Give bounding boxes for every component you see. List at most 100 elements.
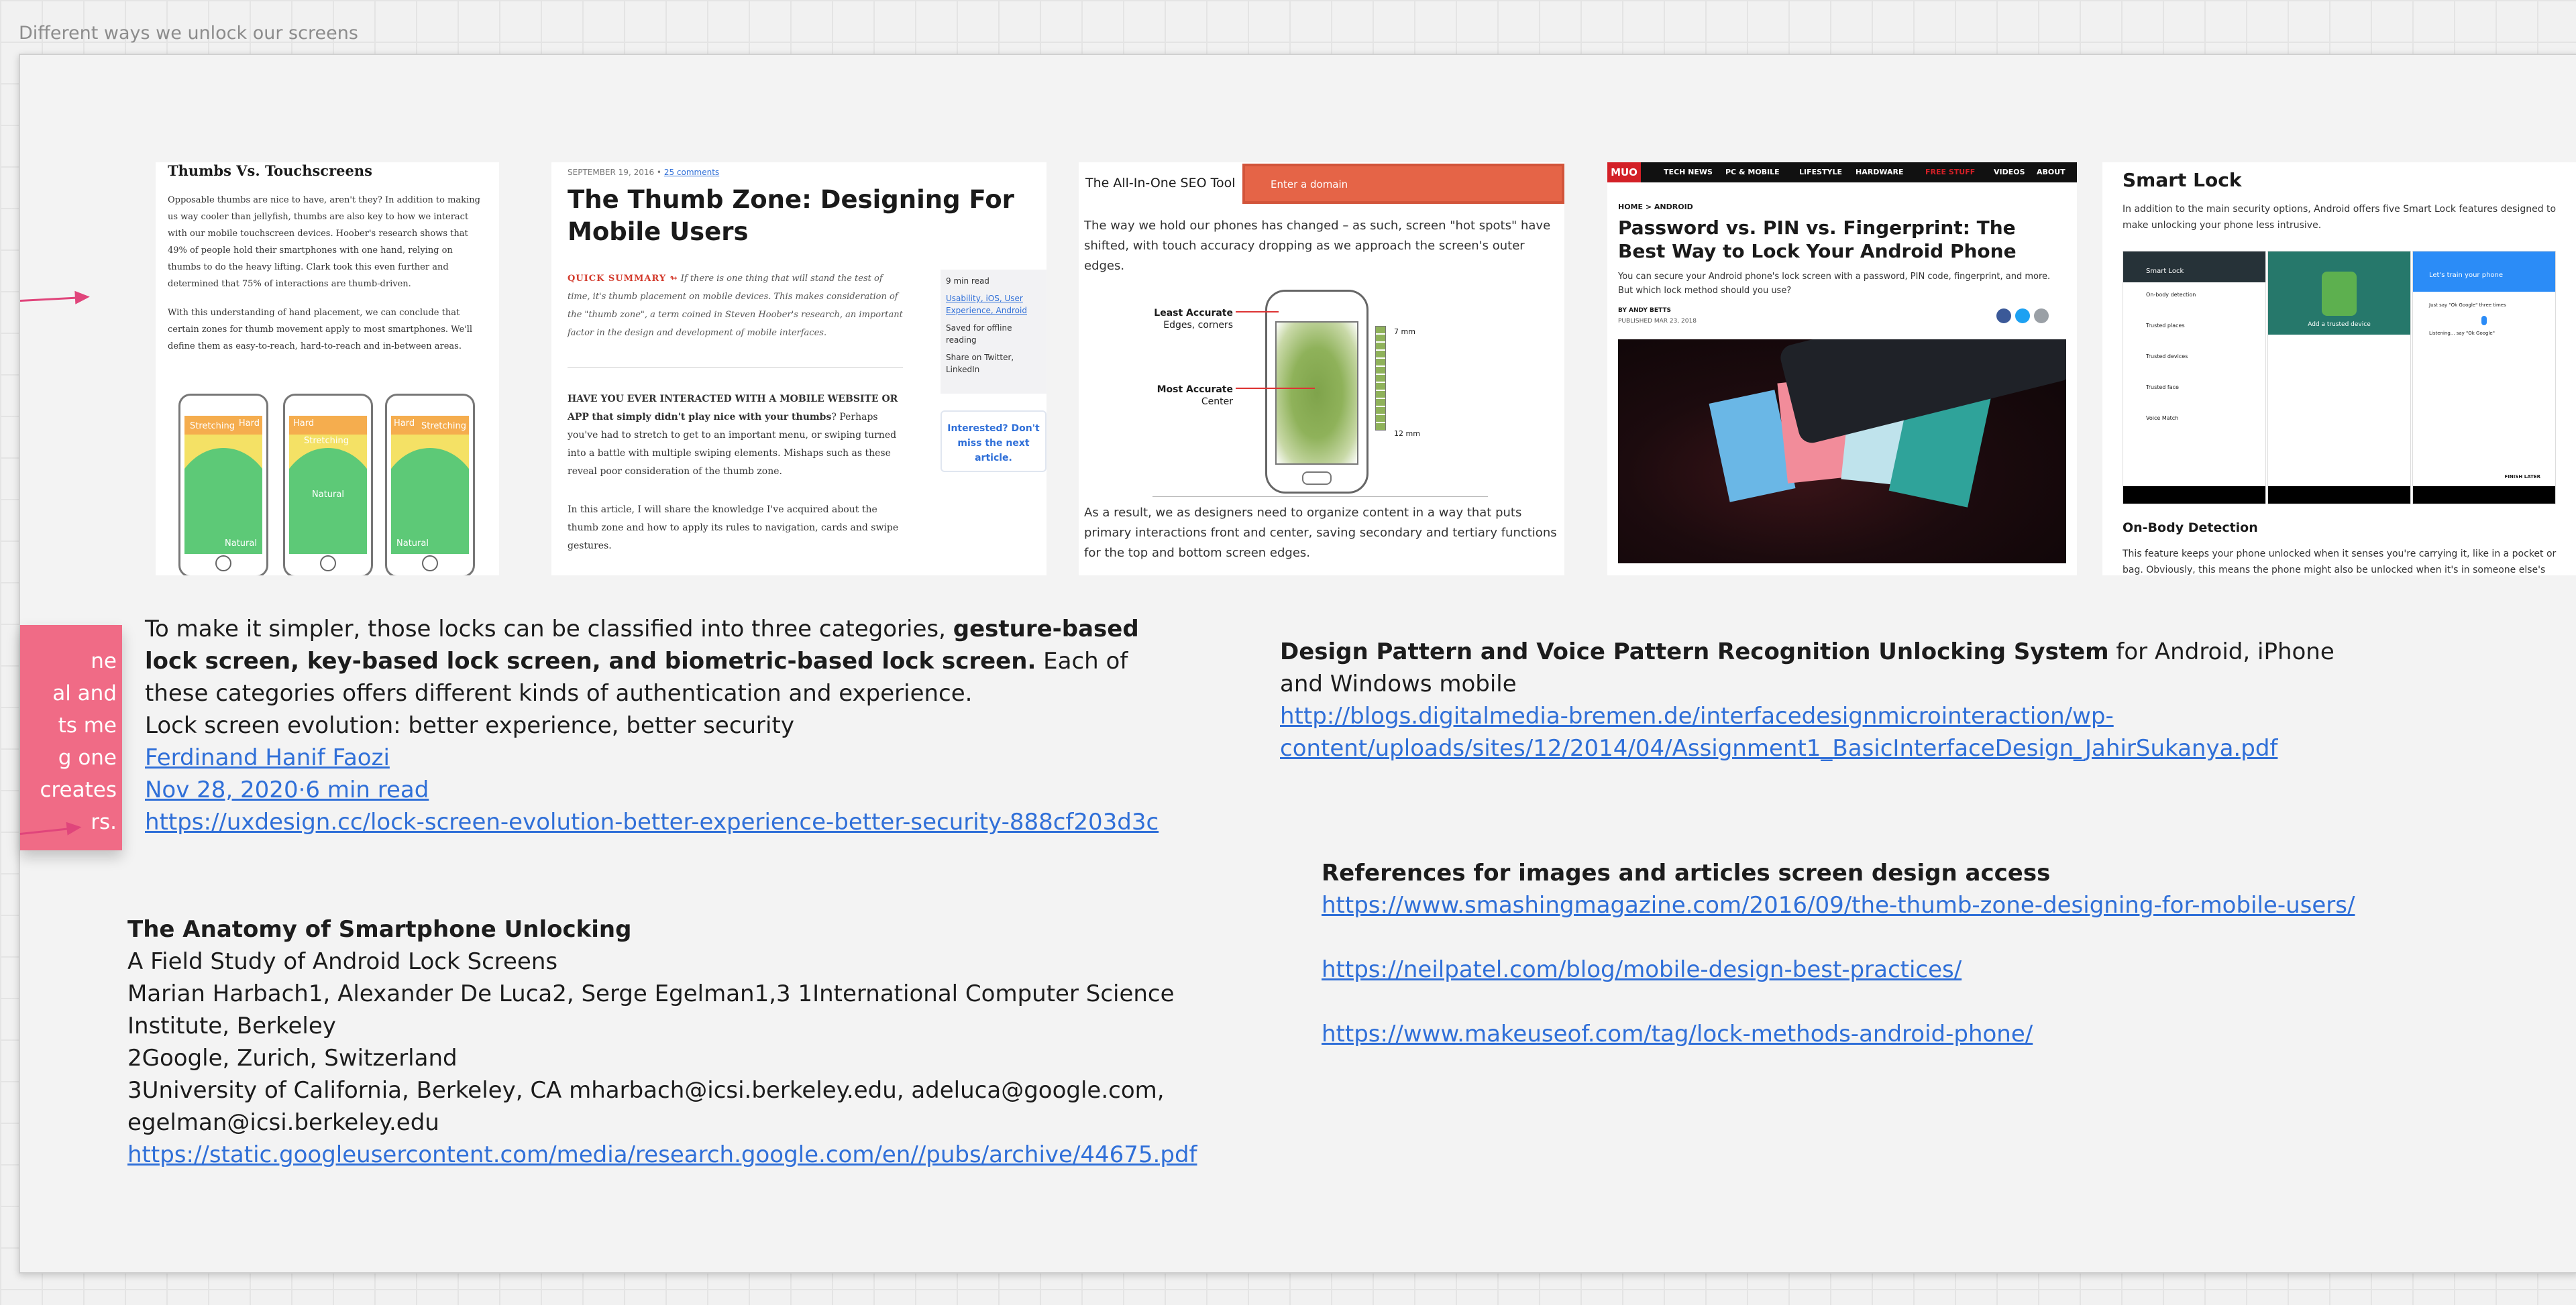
phone-illustration: Hard Stretching Natural xyxy=(385,394,475,575)
screenshot-card-thumbs[interactable]: Thumbs Vs. Touchscreens Opposable thumbs… xyxy=(156,162,499,575)
nav-item[interactable]: HARDWARE xyxy=(1856,168,1903,176)
divider xyxy=(1152,496,1488,497)
zone-label: Stretching xyxy=(190,421,235,431)
date-link[interactable]: Nov 28, 2020·6 min read xyxy=(145,774,1178,806)
paper-affiliation: 3University of California, Berkeley, CA … xyxy=(127,1077,1165,1136)
sticky-note[interactable]: ne al and ts me g one creates rs. xyxy=(20,625,122,850)
article-paragraph: HAVE YOU EVER INTERACTED WITH A MOBILE W… xyxy=(568,390,903,481)
size-scale xyxy=(1375,326,1386,431)
nav-item[interactable]: LIFESTYLE xyxy=(1799,168,1842,176)
quick-summary-label: QUICK SUMMARY ↬ xyxy=(568,274,678,284)
article-title-line: Lock screen evolution: better experience… xyxy=(145,712,794,739)
article-url[interactable]: https://uxdesign.cc/lock-screen-evolutio… xyxy=(145,806,1178,838)
domain-input-placeholder: Enter a domain xyxy=(1271,178,1348,190)
article-title: Password vs. PIN vs. Fingerprint: The Be… xyxy=(1618,217,2017,262)
domain-input[interactable]: Enter a domain xyxy=(1242,164,1564,204)
article-paragraph: In this article, I will share the knowle… xyxy=(568,504,899,551)
least-accurate-sub: Edges, corners xyxy=(1163,320,1233,331)
smart-lock-item: Trusted places xyxy=(2146,323,2185,329)
smart-lock-item: On-body detection xyxy=(2146,292,2196,298)
author-link[interactable]: Ferdinand Hanif Faozi xyxy=(145,742,1178,774)
text-block-design-pattern[interactable]: Design Pattern and Voice Pattern Recogni… xyxy=(1280,636,2380,764)
card-paragraph: Opposable thumbs are nice to have, aren'… xyxy=(168,195,480,289)
card-paragraph: With this understanding of hand placemen… xyxy=(168,308,473,351)
article-date: SEPTEMBER 19, 2016 • 25 comments xyxy=(568,168,720,177)
paper-title: The Anatomy of Smartphone Unlocking xyxy=(127,916,632,943)
nav-item[interactable]: FREE STUFF xyxy=(1925,168,1975,176)
screenshot-card-thumb-zone[interactable]: SEPTEMBER 19, 2016 • 25 comments The Thu… xyxy=(551,162,1046,575)
sticky-note-text: ne al and ts me g one creates rs. xyxy=(40,649,117,834)
article-paragraph: As a result, we as designers need to org… xyxy=(1084,506,1557,560)
doc-url-part2[interactable]: content/uploads/sites/12/2014/04/Assignm… xyxy=(1280,732,2380,764)
text-run-bold: Design Pattern and Voice Pattern Recogni… xyxy=(1280,638,2109,665)
android-screen: Smart Lock On-body detection Trusted pla… xyxy=(2123,251,2266,504)
screenshot-card-smart-lock[interactable]: Smart Lock In addition to the main secur… xyxy=(2102,162,2576,575)
section-paragraph: This feature keeps your phone unlocked w… xyxy=(2123,549,2557,575)
article-paragraph: The way we hold our phones has changed –… xyxy=(1084,219,1551,273)
screenshot-card-muo[interactable]: MUO TECH NEWS PC & MOBILE LIFESTYLE HARD… xyxy=(1607,162,2077,575)
paper-affiliation: 2Google, Zurich, Switzerland xyxy=(127,1045,458,1072)
text-run: To make it simpler, those locks can be c… xyxy=(145,616,953,642)
article-title: The Thumb Zone: Designing For Mobile Use… xyxy=(568,185,1014,246)
nav-item[interactable]: ABOUT xyxy=(2037,168,2065,176)
voice-listen: Listening... say "Ok Google" xyxy=(2429,331,2495,336)
card-heading: Thumbs Vs. Touchscreens xyxy=(168,162,372,179)
article-lead: You can secure your Android phone's lock… xyxy=(1618,272,2051,296)
accuracy-label: Most Accurate Center xyxy=(1152,384,1233,408)
doc-url-part1[interactable]: http://blogs.digitalmedia-bremen.de/inte… xyxy=(1280,700,2380,732)
mic-icon xyxy=(2481,316,2487,325)
most-accurate-sub: Center xyxy=(1201,396,1233,407)
finish-later-button[interactable]: FINISH LATER xyxy=(2505,474,2540,479)
zone-label: Stretching xyxy=(304,436,349,446)
read-time: 9 min read xyxy=(946,276,989,286)
paper-url[interactable]: https://static.googleusercontent.com/med… xyxy=(127,1139,1228,1171)
text-block-references[interactable]: References for images and articles scree… xyxy=(1322,857,2422,1050)
smart-lock-item: Trusted face xyxy=(2146,384,2179,390)
article-emphasis: that simply didn't play nice with your t… xyxy=(592,412,832,422)
site-nav: MUO TECH NEWS PC & MOBILE LIFESTYLE HARD… xyxy=(1607,162,2077,182)
offline-status: Saved for offline reading xyxy=(946,323,1012,345)
byline: BY ANDY BETTS xyxy=(1618,307,1671,314)
voice-title: Let's train your phone xyxy=(2429,272,2504,279)
article-hero-image xyxy=(1618,339,2066,563)
accuracy-label: Least Accurate Edges, corners xyxy=(1152,307,1233,331)
zone-label: Natural xyxy=(225,538,257,549)
tool-name: The All-In-One SEO Tool xyxy=(1085,176,1236,190)
zone-label: Hard xyxy=(394,418,415,429)
newsletter-cta[interactable]: Interested? Don't miss the next article. xyxy=(941,410,1046,472)
smart-lock-item: Trusted devices xyxy=(2146,353,2188,359)
nav-item[interactable]: VIDEOS xyxy=(1994,168,2025,176)
reference-url[interactable]: https://neilpatel.com/blog/mobile-design… xyxy=(1322,954,2422,986)
trusted-device-title: Add a trusted device xyxy=(2308,321,2371,328)
leader-line xyxy=(1236,311,1279,313)
screenshot-card-touch-accuracy[interactable]: The All-In-One SEO Tool Enter a domain T… xyxy=(1079,162,1564,575)
reference-url[interactable]: https://www.smashingmagazine.com/2016/09… xyxy=(1322,889,2422,921)
section-paragraph: In addition to the main security options… xyxy=(2123,204,2557,231)
zone-label: Hard xyxy=(293,418,315,429)
paper-authors: Marian Harbach1, Alexander De Luca2, Ser… xyxy=(127,980,1175,1039)
nav-item[interactable]: TECH NEWS xyxy=(1664,168,1713,176)
smart-lock-item: Voice Match xyxy=(2146,415,2179,421)
nav-item[interactable]: PC & MOBILE xyxy=(1725,168,1780,176)
paper-subtitle: A Field Study of Android Lock Screens xyxy=(127,948,558,975)
phone-illustration: Hard Stretching Natural xyxy=(283,394,373,575)
frame-title: Different ways we unlock our screens xyxy=(19,23,358,44)
comments-link[interactable]: 25 comments xyxy=(664,168,719,177)
site-logo[interactable]: MUO xyxy=(1607,162,1641,182)
breadcrumb[interactable]: HOME > ANDROID xyxy=(1618,203,1693,211)
tags-link[interactable]: Usability, iOS, User Experience, Android xyxy=(946,292,1041,317)
text-block-anatomy[interactable]: The Anatomy of Smartphone Unlocking A Fi… xyxy=(127,913,1228,1171)
text-block-classification[interactable]: To make it simpler, those locks can be c… xyxy=(145,613,1178,838)
section-subhead: On-Body Detection xyxy=(2123,520,2258,535)
published-date: PUBLISHED MAR 23, 2018 xyxy=(1618,318,1697,325)
connector-arrow-top[interactable] xyxy=(19,296,87,302)
share-links[interactable]: Share on Twitter, LinkedIn xyxy=(946,351,1041,376)
email-share-icon[interactable] xyxy=(2034,308,2049,323)
voice-hint: Just say "Ok Google" three times xyxy=(2429,302,2506,308)
references-title: References for images and articles scree… xyxy=(1322,860,2051,887)
reference-url[interactable]: https://www.makeuseof.com/tag/lock-metho… xyxy=(1322,1018,2422,1050)
android-screen: Let's train your phone Just say "Ok Goog… xyxy=(2412,251,2556,504)
scale-label-7mm: 7 mm xyxy=(1394,327,1415,336)
facebook-share-icon[interactable] xyxy=(1996,308,2011,323)
twitter-share-icon[interactable] xyxy=(2015,308,2030,323)
